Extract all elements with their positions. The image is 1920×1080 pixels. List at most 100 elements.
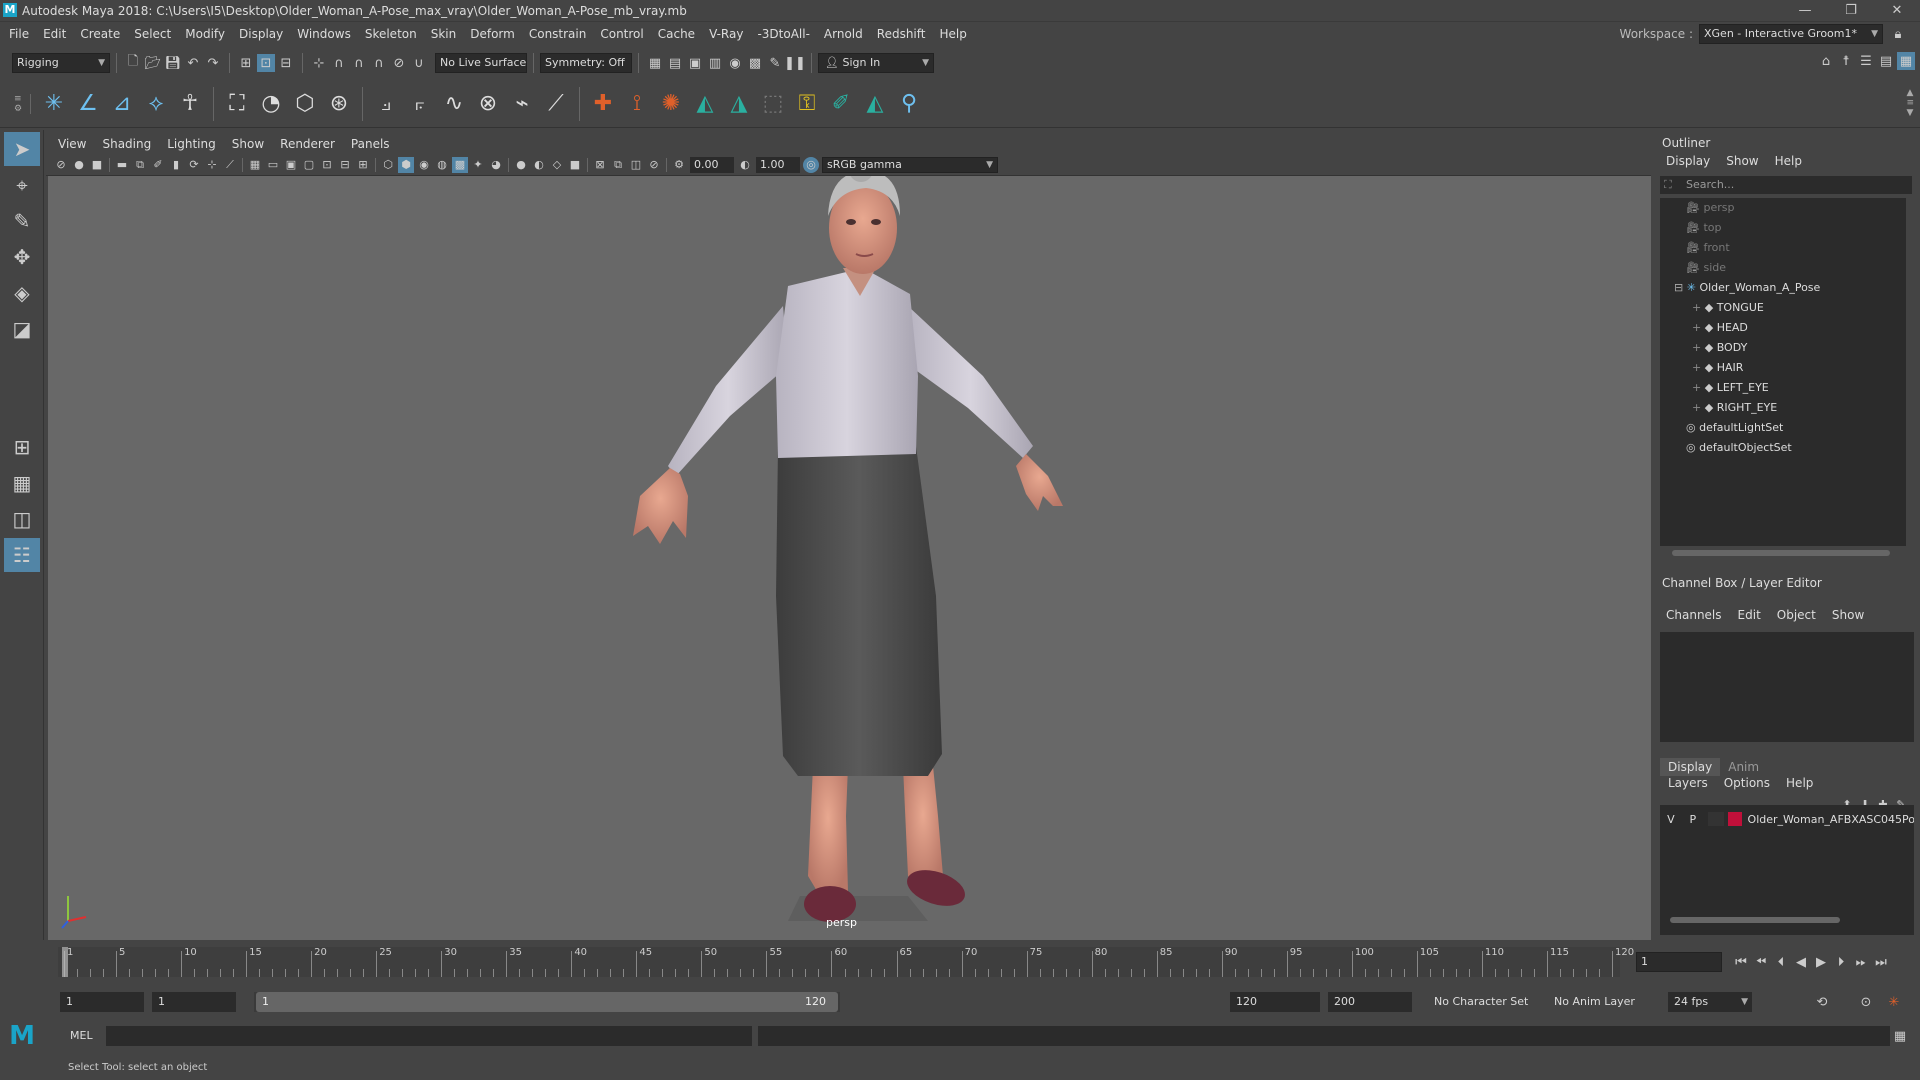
lattice-icon[interactable]: ⬡ xyxy=(290,89,320,119)
outliner-item[interactable]: + ◆ LEFT_EYE xyxy=(1660,378,1906,398)
viewport-menu-shading[interactable]: Shading xyxy=(94,137,159,151)
ipr-render-icon[interactable]: ▣ xyxy=(686,54,704,72)
xray-icon[interactable]: ● xyxy=(513,157,529,173)
viewport-menu-panels[interactable]: Panels xyxy=(343,137,398,151)
select-hierarchy-icon[interactable]: ⊞ xyxy=(237,54,255,72)
hud-icon[interactable]: ⧉ xyxy=(610,157,626,173)
channel-box-menu-object[interactable]: Object xyxy=(1769,608,1824,622)
channel-box-menu-channels[interactable]: Channels xyxy=(1658,608,1730,622)
four-view-icon[interactable]: ▦ xyxy=(4,466,40,500)
attribute-editor-icon[interactable]: ☰ xyxy=(1857,52,1875,70)
paint-weights-icon[interactable]: ◔ xyxy=(256,89,286,119)
layer-playback-toggle[interactable]: P xyxy=(1682,813,1704,826)
bookmark-camera-icon[interactable]: ▮ xyxy=(168,157,184,173)
channel-box-icon[interactable]: ▦ xyxy=(1897,52,1915,70)
wire-icon[interactable]: ∿ xyxy=(439,89,469,119)
menu-windows[interactable]: Windows xyxy=(290,23,358,45)
outliner-layout-icon[interactable]: ☷ xyxy=(4,538,40,572)
lock-icon[interactable]: 🔒︎ xyxy=(1889,25,1907,43)
outliner-search-input[interactable]: Search... xyxy=(1660,176,1912,194)
menu-set-dropdown[interactable]: Rigging ▼ xyxy=(12,53,110,73)
gamma-icon[interactable]: ◐ xyxy=(737,157,753,173)
ik-spline-icon[interactable]: ⊿ xyxy=(107,89,137,119)
animation-start-field[interactable]: 1 xyxy=(60,992,144,1012)
menu-modify[interactable]: Modify xyxy=(178,23,232,45)
film-gate-icon[interactable]: ▭ xyxy=(265,157,281,173)
bind-skin-icon[interactable]: ⛶ xyxy=(222,89,252,119)
outliner-scrollbar[interactable] xyxy=(1672,550,1890,556)
grease-pencil-icon[interactable]: ✐ xyxy=(150,157,166,173)
viewport-menu-lighting[interactable]: Lighting xyxy=(159,137,224,151)
shadows-icon[interactable]: ✦ xyxy=(470,157,486,173)
layer-row[interactable]: V P Older_Woman_AFBXASC045Po xyxy=(1660,809,1914,829)
expand-icon[interactable]: + xyxy=(1692,381,1705,394)
menu-control[interactable]: Control xyxy=(593,23,650,45)
menu-skin[interactable]: Skin xyxy=(424,23,464,45)
layer-scrollbar[interactable] xyxy=(1670,917,1840,923)
go-to-start-icon[interactable]: ⏮ xyxy=(1732,953,1750,971)
time-slider[interactable]: 1 5 10 15 20 25 30 35 40 45 50 55 60 65 70 75 80 85 90 95 10… xyxy=(48,945,1634,979)
gamma-field[interactable]: 1.00 xyxy=(756,156,800,173)
layer-menu-layers[interactable]: Layers xyxy=(1660,776,1716,790)
outliner-item[interactable]: + ◆ HAIR xyxy=(1660,358,1906,378)
paint-skin-icon[interactable]: ✐ xyxy=(826,89,856,119)
layer-menu-help[interactable]: Help xyxy=(1778,776,1821,790)
orient-constraint-icon[interactable]: ✺ xyxy=(656,89,686,119)
humanik-icon[interactable]: ☥ xyxy=(175,89,205,119)
create-joints-icon[interactable]: ✳ xyxy=(39,89,69,119)
outliner-item[interactable]: + ◆ RIGHT_EYE xyxy=(1660,398,1906,418)
wireframe-icon[interactable]: ⬡ xyxy=(380,157,396,173)
menu-file[interactable]: File xyxy=(2,23,36,45)
outliner-item[interactable]: + ◆ BODY xyxy=(1660,338,1906,358)
xray-active-icon[interactable]: ◐ xyxy=(531,157,547,173)
skeleton-icon[interactable]: ⟡ xyxy=(141,89,171,119)
snap-grid-icon[interactable]: ⊹ xyxy=(310,54,328,72)
isolate-select-icon[interactable]: ⊠ xyxy=(592,157,608,173)
snap-view-icon[interactable]: ∩ xyxy=(370,54,388,72)
view-transform-dropdown[interactable]: sRGB gamma ▼ xyxy=(822,156,998,173)
minimize-button[interactable]: — xyxy=(1782,0,1828,22)
layer-type-toggle[interactable] xyxy=(1707,812,1724,826)
outliner-item[interactable]: ◎ defaultObjectSet xyxy=(1660,438,1906,458)
snap-point-icon[interactable]: ∩ xyxy=(350,54,368,72)
sculpt-icon[interactable]: ⊗ xyxy=(473,89,503,119)
wrap-icon[interactable]: ⊛ xyxy=(324,89,354,119)
playback-end-field[interactable]: 120 xyxy=(1230,992,1320,1012)
safe-action-icon[interactable]: ⊟ xyxy=(337,157,353,173)
field-chart-icon[interactable]: ⊡ xyxy=(319,157,335,173)
menu-3dtoall[interactable]: -3DtoAll- xyxy=(750,23,816,45)
viewport-menu-show[interactable]: Show xyxy=(224,137,272,151)
bend-icon[interactable]: ⌁ xyxy=(507,89,537,119)
camera-attributes-icon[interactable]: ● xyxy=(71,157,87,173)
safe-title-icon[interactable]: ⊞ xyxy=(355,157,371,173)
step-forward-frame-icon[interactable]: ⏵ xyxy=(1832,953,1850,971)
new-scene-icon[interactable]: 🗋 xyxy=(124,54,142,72)
scale-tool-icon[interactable]: ◪ xyxy=(4,312,40,346)
symmetry-dropdown[interactable]: Symmetry: Off xyxy=(540,53,632,73)
color-management-icon[interactable]: ◎ xyxy=(803,156,819,173)
fps-dropdown[interactable]: 24 fps ▼ xyxy=(1668,992,1752,1012)
character-controls-icon[interactable]: ☨ xyxy=(1837,52,1855,70)
menu-create[interactable]: Create xyxy=(73,23,127,45)
menu-select[interactable]: Select xyxy=(127,23,178,45)
expand-icon[interactable]: + xyxy=(1692,341,1705,354)
animation-end-field[interactable]: 200 xyxy=(1328,992,1412,1012)
outliner-item[interactable]: 🎥︎ front xyxy=(1660,238,1906,258)
menu-skeleton[interactable]: Skeleton xyxy=(358,23,424,45)
pole-vector-icon[interactable]: ◮ xyxy=(724,89,754,119)
step-back-key-icon[interactable]: ⏪︎ xyxy=(1752,953,1770,971)
command-input[interactable] xyxy=(106,1026,752,1046)
wireframe-on-shaded-icon[interactable]: ◉ xyxy=(416,157,432,173)
expand-icon[interactable]: + xyxy=(1692,401,1705,414)
xray-joints-icon[interactable]: ◇ xyxy=(549,157,565,173)
snap-surface-icon[interactable]: ⊘ xyxy=(390,54,408,72)
render-frame-icon[interactable]: ▦ xyxy=(646,54,664,72)
play-backward-icon[interactable]: ◀ xyxy=(1792,953,1810,971)
expand-icon[interactable]: + xyxy=(1692,321,1705,334)
use-all-lights-icon[interactable]: ▩ xyxy=(452,156,468,173)
outliner-menu-display[interactable]: Display xyxy=(1658,154,1718,168)
menu-redshift[interactable]: Redshift xyxy=(870,23,933,45)
shelf-scroll-arrows[interactable]: ▲ ≡ ▼ xyxy=(1906,88,1914,118)
tab-display[interactable]: Display xyxy=(1660,758,1721,776)
aim-constraint-icon[interactable]: ⟟ xyxy=(622,89,652,119)
